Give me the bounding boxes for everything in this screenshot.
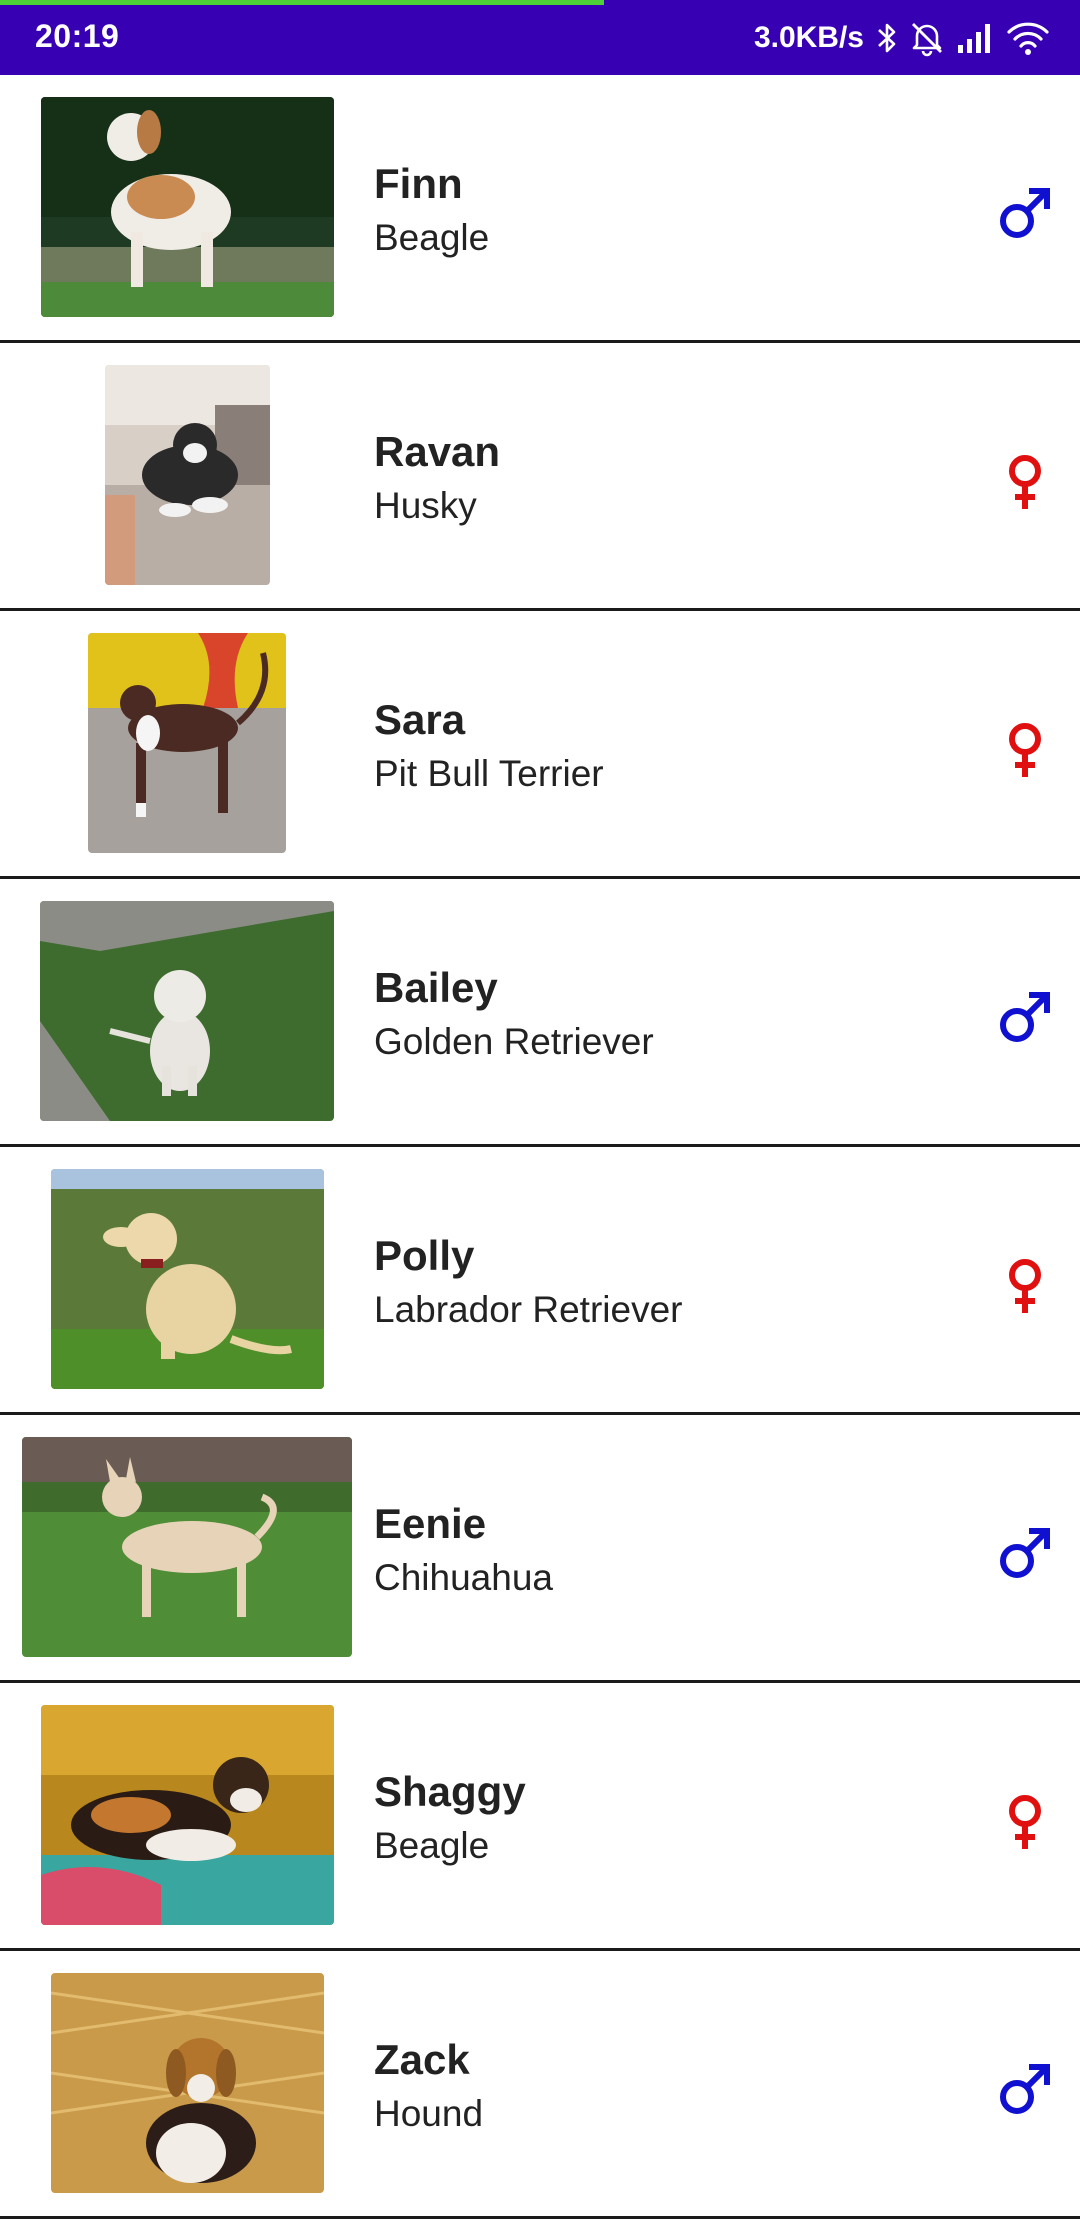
dog-name: Finn — [374, 160, 463, 207]
female-icon — [995, 451, 1055, 511]
dog-photo — [88, 633, 286, 853]
dog-photo — [51, 1169, 324, 1389]
network-speed: 3.0KB/s — [753, 21, 864, 54]
wifi-icon — [1007, 22, 1049, 55]
loading-progress-line — [0, 0, 604, 5]
dog-name: Shaggy — [374, 1768, 526, 1815]
dog-breed: Labrador Retriever — [374, 1289, 683, 1330]
list-item[interactable]: Bailey Golden Retriever — [0, 879, 1080, 1147]
dog-name: Sara — [374, 696, 466, 743]
dog-breed: Beagle — [374, 217, 490, 258]
dog-list[interactable]: Finn Beagle Ravan Husky Sara Pit Bull Te… — [0, 75, 1080, 2219]
bluetooth-icon — [878, 23, 896, 53]
dog-photo — [40, 901, 334, 1121]
list-item[interactable]: Ravan Husky — [0, 343, 1080, 611]
list-item[interactable]: Polly Labrador Retriever — [0, 1147, 1080, 1415]
alarm-off-icon — [912, 23, 942, 57]
dog-photo — [41, 1705, 334, 1925]
dog-breed: Husky — [374, 485, 477, 526]
female-icon — [995, 1791, 1055, 1851]
dog-breed: Pit Bull Terrier — [374, 753, 604, 794]
list-item[interactable]: Eenie Chihuahua — [0, 1415, 1080, 1683]
dog-name: Zack — [374, 2036, 470, 2083]
dog-photo — [51, 1973, 324, 2193]
signal-icon — [958, 24, 990, 53]
dog-name: Bailey — [374, 964, 498, 1011]
dog-breed: Beagle — [374, 1825, 490, 1866]
dog-name: Ravan — [374, 428, 501, 475]
dog-breed: Chihuahua — [374, 1557, 553, 1598]
female-icon — [995, 719, 1055, 779]
list-item[interactable]: Sara Pit Bull Terrier — [0, 611, 1080, 879]
male-icon — [995, 183, 1055, 243]
dog-name: Polly — [374, 1232, 475, 1279]
status-time: 20:19 — [35, 18, 120, 54]
male-icon — [995, 2059, 1055, 2119]
dog-breed: Golden Retriever — [374, 1021, 654, 1062]
dog-photo — [105, 365, 270, 585]
status-bar: 20:19 3.0KB/s — [0, 0, 1080, 75]
dog-name: Eenie — [374, 1500, 487, 1547]
dog-photo — [22, 1437, 352, 1657]
dog-breed: Hound — [374, 2093, 484, 2134]
list-item[interactable]: Shaggy Beagle — [0, 1683, 1080, 1951]
male-icon — [995, 1523, 1055, 1583]
male-icon — [995, 987, 1055, 1047]
dog-photo — [41, 97, 334, 317]
female-icon — [995, 1255, 1055, 1315]
list-item[interactable]: Finn Beagle — [0, 75, 1080, 343]
status-icons: 3.0KB/s — [754, 14, 1050, 62]
list-item[interactable]: Zack Hound — [0, 1951, 1080, 2219]
